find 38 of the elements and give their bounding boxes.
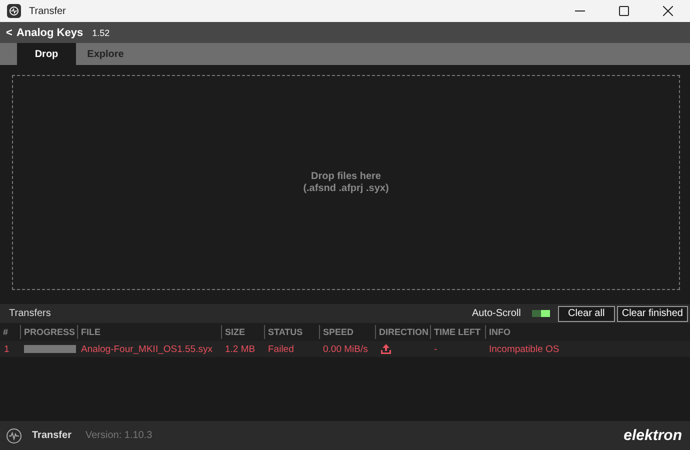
row-number: 1 (3, 344, 10, 354)
column-header[interactable]: STATUS (264, 325, 319, 339)
transfer-info: Incompatible OS (488, 344, 560, 354)
column-header[interactable]: DIRECTION (375, 325, 430, 339)
tab[interactable]: Explore (76, 43, 135, 65)
device-version: 1.52 (92, 28, 110, 38)
device-name: Analog Keys (16, 26, 84, 38)
column-header[interactable]: SPEED (319, 325, 375, 339)
transfer-status: Failed (267, 344, 295, 354)
column-header[interactable]: # (0, 325, 20, 339)
app-version: Version: 1.10.3 (85, 430, 152, 441)
column-header[interactable]: FILE (77, 325, 221, 339)
file-name: Analog-Four_MKII_OS1.55.syx (80, 344, 214, 354)
app-name: Transfer (32, 430, 72, 441)
window-title: Transfer (29, 6, 66, 16)
drop-zone-extensions: (.afsnd .afprj .syx) (303, 182, 389, 194)
drop-zone[interactable]: Drop files here (.afsnd .afprj .syx) (12, 75, 680, 290)
brand-logo: elektron (624, 427, 682, 444)
progress-bar (24, 345, 76, 353)
drop-zone-title: Drop files here (310, 170, 381, 182)
column-header[interactable]: SIZE (221, 325, 264, 339)
column-header[interactable]: PROGRESS (20, 325, 77, 339)
time-left: - (433, 344, 438, 354)
clear-button[interactable]: Clear all (558, 306, 615, 322)
maximize-icon[interactable] (619, 6, 629, 16)
transfer-speed: 0.00 MiB/s (322, 344, 369, 354)
app-icon (7, 4, 21, 18)
transfers-title: Transfers (9, 308, 51, 319)
back-button[interactable]: < (6, 26, 12, 38)
auto-scroll-toggle[interactable] (532, 310, 550, 317)
tab[interactable]: Drop (17, 43, 76, 65)
file-size: 1.2 MB (224, 344, 256, 354)
close-icon[interactable] (663, 6, 673, 16)
clear-button[interactable]: Clear finished (616, 306, 688, 322)
waveform-icon (6, 428, 22, 444)
column-header[interactable]: INFO (485, 325, 690, 339)
auto-scroll-label: Auto-Scroll (472, 308, 521, 319)
column-header[interactable]: TIME LEFT (430, 325, 485, 339)
